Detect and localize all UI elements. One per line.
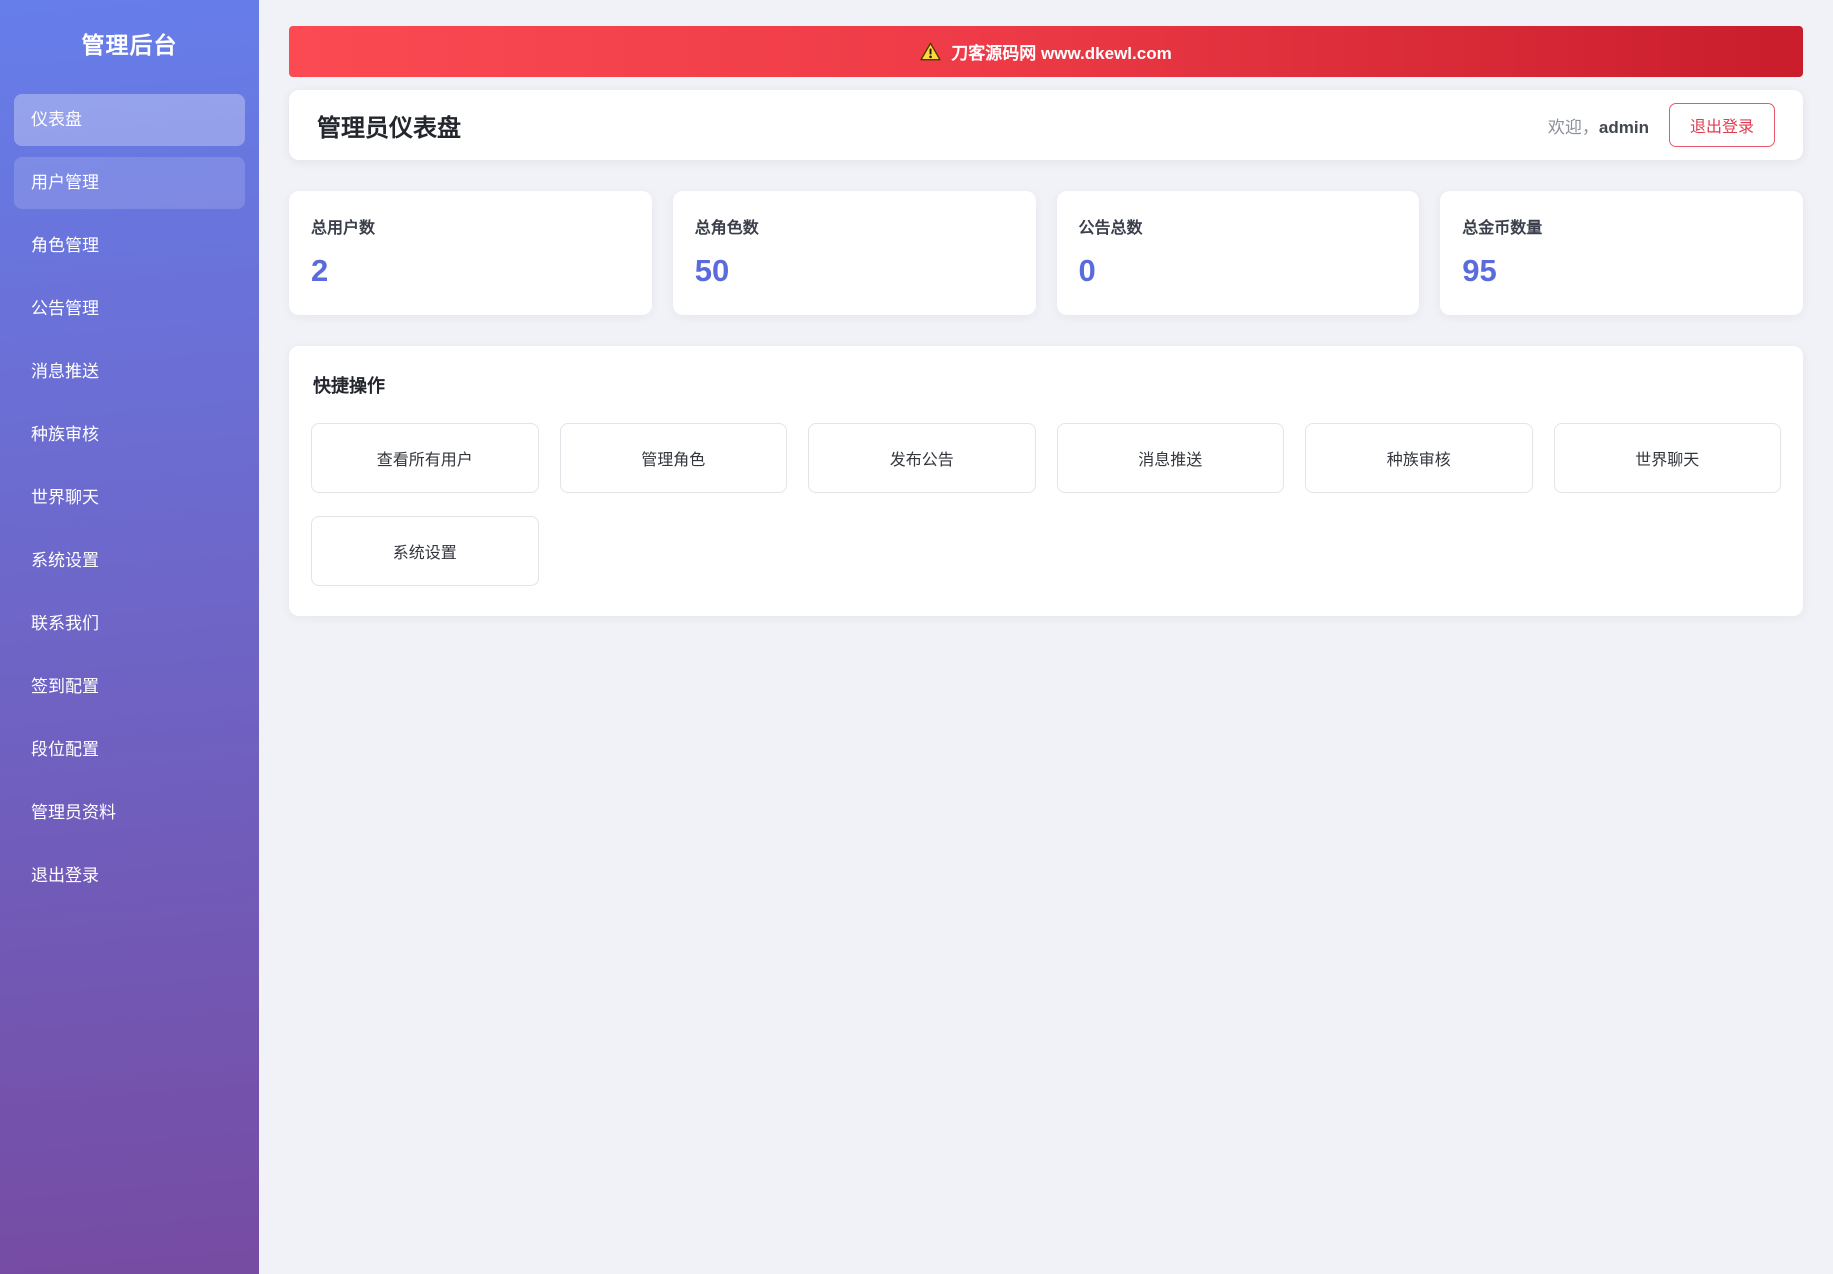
sidebar-item-role-management[interactable]: 角色管理 xyxy=(14,220,245,272)
sidebar-item-world-chat[interactable]: 世界聊天 xyxy=(14,472,245,524)
banner-text: 刀客源码网 www.dkewl.com xyxy=(951,44,1172,63)
stat-value: 2 xyxy=(311,253,329,288)
stat-value: 50 xyxy=(694,253,730,288)
sidebar-menu: 仪表盘 用户管理 角色管理 公告管理 消息推送 种族审核 世界聊天 系统设置 联… xyxy=(0,94,259,902)
welcome-text: 欢迎，admin xyxy=(1547,117,1649,137)
quick-action-view-all-users[interactable]: 查看所有用户 xyxy=(311,423,539,493)
quick-actions-title: 快捷操作 xyxy=(313,376,385,396)
stat-label: 总用户数 xyxy=(311,220,376,237)
sidebar-item-admin-profile[interactable]: 管理员资料 xyxy=(14,787,245,839)
sidebar-item-message-push[interactable]: 消息推送 xyxy=(14,346,245,398)
sidebar-item-logout[interactable]: 退出登录 xyxy=(14,850,245,902)
notice-banner: 刀客源码网 www.dkewl.com xyxy=(289,26,1803,77)
stat-value: 0 xyxy=(1078,253,1096,288)
logout-button[interactable]: 退出登录 xyxy=(1668,103,1775,147)
sidebar-item-user-management[interactable]: 用户管理 xyxy=(14,157,245,209)
stat-label: 总角色数 xyxy=(694,220,759,237)
quick-action-system-settings[interactable]: 系统设置 xyxy=(311,516,539,586)
page-header: 管理员仪表盘 欢迎，admin 退出登录 xyxy=(289,90,1803,160)
quick-action-manage-roles[interactable]: 管理角色 xyxy=(559,423,787,493)
sidebar-item-rank-config[interactable]: 段位配置 xyxy=(14,724,245,776)
username: admin xyxy=(1598,117,1649,137)
sidebar-item-system-settings[interactable]: 系统设置 xyxy=(14,535,245,587)
stat-value: 95 xyxy=(1462,253,1497,288)
stat-card-total-users: 总用户数 2 xyxy=(289,191,652,315)
quick-action-publish-notice[interactable]: 发布公告 xyxy=(808,423,1036,493)
stat-card-total-roles: 总角色数 50 xyxy=(672,191,1036,315)
sidebar-item-checkin-config[interactable]: 签到配置 xyxy=(14,661,245,713)
warning-icon xyxy=(920,42,941,61)
stat-card-total-coins: 总金币数量 95 xyxy=(1440,191,1803,315)
quick-action-world-chat[interactable]: 世界聊天 xyxy=(1553,423,1781,493)
stat-label: 总金币数量 xyxy=(1462,220,1543,237)
stat-label: 公告总数 xyxy=(1078,220,1143,237)
sidebar-item-dashboard[interactable]: 仪表盘 xyxy=(14,94,245,146)
quick-actions-panel: 快捷操作 查看所有用户 管理角色 发布公告 消息推送 种族审核 世界聊天 系统设… xyxy=(289,346,1803,616)
stat-card-total-announcements: 公告总数 0 xyxy=(1056,191,1420,315)
sidebar-item-race-review[interactable]: 种族审核 xyxy=(14,409,245,461)
quick-action-race-review[interactable]: 种族审核 xyxy=(1305,423,1533,493)
header-right: 欢迎，admin 退出登录 xyxy=(1548,103,1775,147)
sidebar-item-contact-us[interactable]: 联系我们 xyxy=(14,598,245,650)
app-title: 管理后台 xyxy=(81,32,178,58)
stat-cards-row: 总用户数 2 总角色数 50 公告总数 0 总金币数量 95 xyxy=(289,191,1803,315)
quick-action-message-push[interactable]: 消息推送 xyxy=(1056,423,1284,493)
sidebar: 管理后台 仪表盘 用户管理 角色管理 公告管理 消息推送 种族审核 世界聊天 系… xyxy=(0,0,259,1274)
sidebar-item-announcements[interactable]: 公告管理 xyxy=(14,283,245,335)
main-content: 刀客源码网 www.dkewl.com 管理员仪表盘 欢迎，admin 退出登录… xyxy=(259,0,1833,642)
page-title: 管理员仪表盘 xyxy=(317,114,461,142)
quick-actions-grid: 查看所有用户 管理角色 发布公告 消息推送 种族审核 世界聊天 系统设置 xyxy=(311,423,1781,586)
